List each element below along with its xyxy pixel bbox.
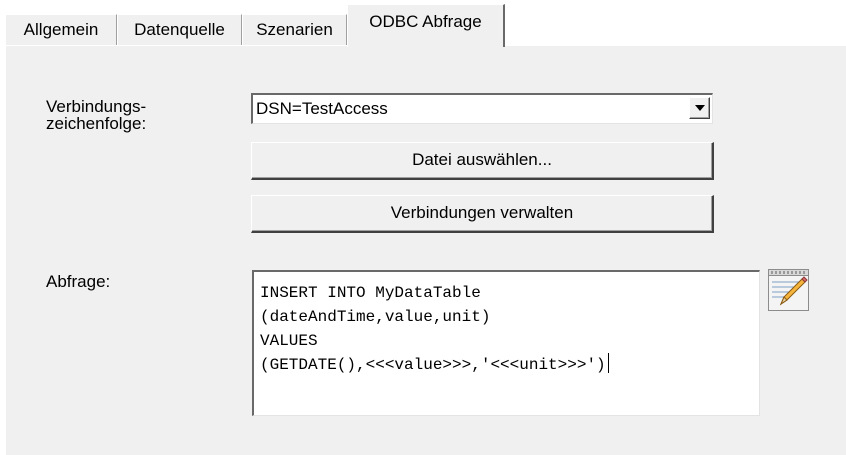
select-file-button[interactable]: Datei auswählen... xyxy=(251,142,714,180)
dropdown-arrow-button[interactable] xyxy=(689,97,710,119)
tab-label: Szenarien xyxy=(256,20,333,39)
select-file-label: Datei auswählen... xyxy=(412,150,552,169)
connection-string-label: Verbindungs- zeichenfolge: xyxy=(46,96,146,134)
tab-szenarien[interactable]: Szenarien xyxy=(242,14,347,45)
connection-label-line2: zeichenfolge: xyxy=(46,114,147,133)
manage-connections-label: Verbindungen verwalten xyxy=(390,203,574,222)
tab-label: ODBC Abfrage xyxy=(369,12,482,31)
tab-allgemein[interactable]: Allgemein xyxy=(5,14,117,45)
connection-string-value: DSN=TestAccess xyxy=(256,99,388,118)
tab-datenquelle[interactable]: Datenquelle xyxy=(117,14,242,45)
tab-label: Allgemein xyxy=(23,20,99,39)
notepad-edit-icon[interactable] xyxy=(767,268,810,312)
tab-odbc-abfrage[interactable]: ODBC Abfrage xyxy=(347,4,505,47)
text-caret xyxy=(607,353,609,373)
manage-connections-button[interactable]: Verbindungen verwalten xyxy=(251,195,714,233)
query-text: INSERT INTO MyDataTable (dateAndTime,val… xyxy=(260,284,606,374)
connection-string-dropdown[interactable]: DSN=TestAccess xyxy=(251,93,713,124)
tab-label: Datenquelle xyxy=(134,20,225,39)
chevron-down-icon xyxy=(695,105,705,111)
query-textarea[interactable]: INSERT INTO MyDataTable (dateAndTime,val… xyxy=(252,270,760,416)
query-label: Abfrage: xyxy=(46,272,111,291)
tab-strip: Allgemein Datenquelle Szenarien ODBC Abf… xyxy=(0,0,846,47)
